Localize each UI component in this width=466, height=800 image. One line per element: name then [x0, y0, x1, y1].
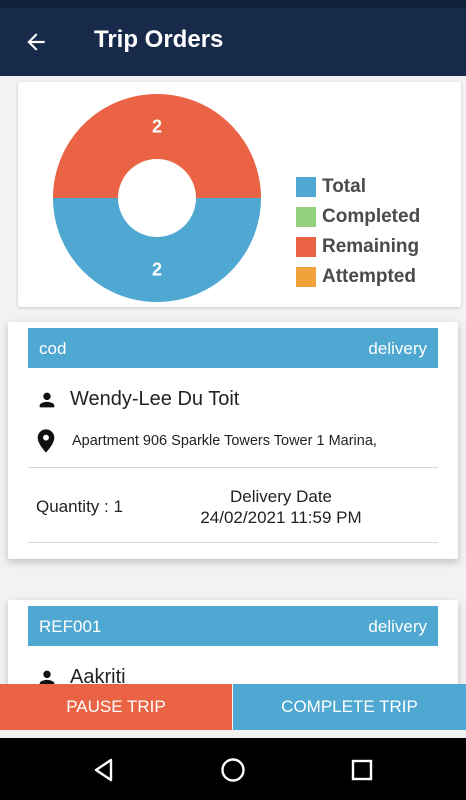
divider	[28, 467, 438, 468]
legend-item-remaining: Remaining	[296, 232, 420, 262]
delivery-date-block: Delivery Date 24/02/2021 11:59 PM	[186, 486, 376, 528]
order-reference: REF001	[39, 617, 102, 636]
customer-name: Wendy-Lee Du Toit	[70, 388, 240, 410]
arrow-left-icon	[27, 33, 45, 51]
donut-chart: 22	[53, 94, 261, 302]
legend-item-total: Total	[296, 172, 420, 202]
trip-summary-card: 22 Total Completed Remaining Attempted	[18, 82, 461, 307]
nav-home-button[interactable]	[215, 752, 251, 788]
nav-recents-button[interactable]	[344, 752, 380, 788]
legend-swatch	[296, 207, 316, 227]
status-bar	[0, 0, 466, 8]
delivery-date-value: 24/02/2021 11:59 PM	[200, 508, 362, 527]
recents-square-icon	[351, 759, 373, 781]
person-icon	[39, 670, 55, 684]
home-circle-icon	[221, 758, 245, 782]
back-triangle-icon	[94, 758, 113, 782]
orders-list[interactable]: 22 Total Completed Remaining Attempted cod …	[0, 76, 466, 684]
chart-legend: Total Completed Remaining Attempted	[296, 172, 420, 292]
order-header: cod delivery	[28, 328, 438, 368]
delivery-date-label: Delivery Date	[229, 487, 333, 506]
order-type: delivery	[368, 617, 427, 636]
slice-value-label: 2	[152, 260, 162, 280]
nav-back-button[interactable]	[86, 752, 122, 788]
quantity: Quantity : 1	[36, 497, 123, 516]
complete-trip-button[interactable]: COMPLETE TRIP	[233, 684, 466, 730]
back-button[interactable]	[18, 24, 54, 60]
person-icon	[39, 392, 55, 407]
order-card[interactable]: REF001 delivery Aakriti	[8, 600, 458, 684]
slice-remaining	[53, 94, 261, 198]
legend-item-completed: Completed	[296, 202, 420, 232]
address-row: Apartment 906 Sparkle Towers Tower 1 Mar…	[36, 428, 377, 454]
legend-label: Total	[322, 176, 366, 197]
legend-swatch	[296, 237, 316, 257]
divider	[28, 542, 438, 543]
order-header: REF001 delivery	[28, 606, 438, 646]
order-reference: cod	[39, 339, 67, 358]
delivery-address: Apartment 906 Sparkle Towers Tower 1 Mar…	[72, 433, 377, 449]
legend-label: Attempted	[322, 266, 416, 287]
slice-total	[53, 198, 261, 302]
page-title: Trip Orders	[94, 26, 224, 53]
customer-row: Wendy-Lee Du Toit	[36, 388, 239, 411]
legend-swatch	[296, 267, 316, 287]
legend-label: Completed	[322, 206, 421, 227]
customer-row: Aakriti	[36, 666, 126, 684]
legend-swatch	[296, 177, 316, 197]
slice-value-label: 2	[152, 117, 162, 137]
app-bar: Trip Orders	[0, 8, 466, 76]
system-nav-bar	[0, 738, 466, 800]
customer-name: Aakriti	[70, 666, 126, 684]
legend-label: Remaining	[322, 236, 420, 257]
legend-item-attempted: Attempted	[296, 262, 420, 292]
location-pin-icon	[37, 429, 55, 453]
pause-trip-button[interactable]: PAUSE TRIP	[0, 684, 232, 730]
order-card[interactable]: cod delivery Wendy-Lee Du Toit Apartment…	[8, 322, 458, 559]
order-type: delivery	[368, 339, 427, 358]
